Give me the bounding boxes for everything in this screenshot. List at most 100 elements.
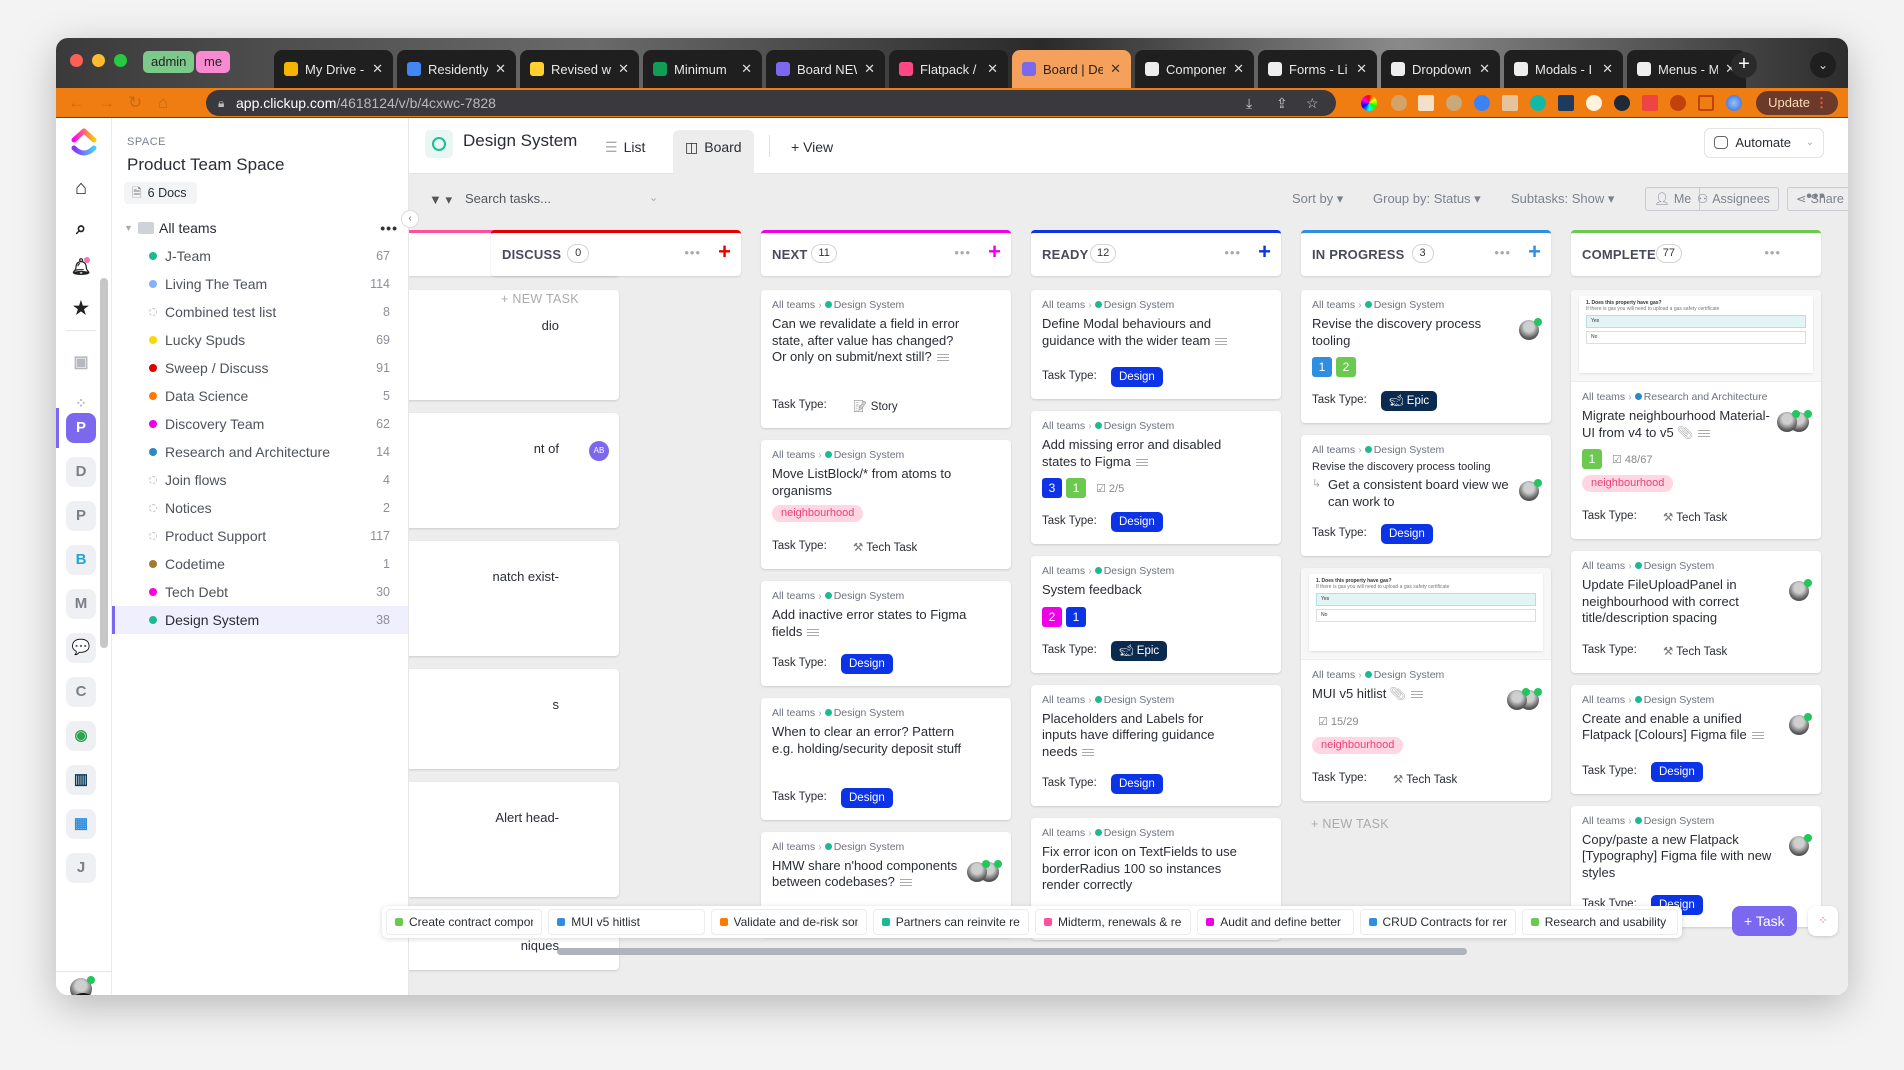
task-breadcrumb[interactable]: All teams › Design System: [772, 707, 904, 719]
sidebar-item-j-team[interactable]: J-Team 67: [112, 242, 408, 270]
extension-10-icon[interactable]: [1614, 95, 1630, 111]
extension-5-icon[interactable]: [1474, 95, 1490, 111]
back-icon[interactable]: ←: [68, 93, 85, 113]
tab-list[interactable]: ☰ List: [593, 130, 657, 174]
sidebar-item-codetime[interactable]: Codetime 1: [112, 550, 408, 578]
task-breadcrumb[interactable]: All teams › Design System: [1312, 669, 1444, 681]
task-breadcrumb[interactable]: All teams › Design System: [1042, 827, 1174, 839]
task-breadcrumb[interactable]: All teams › Design System: [1042, 299, 1174, 311]
browser-tab[interactable]: My Drive - ✕: [274, 50, 393, 88]
tray-task-item[interactable]: Midterm, renewals & re-re: [1035, 909, 1192, 935]
task-breadcrumb[interactable]: All teams › Design System: [1042, 694, 1174, 706]
browser-tab[interactable]: Modals - I ✕: [1504, 50, 1623, 88]
sidebar-item-combined-test-list[interactable]: Combined test list 8: [112, 298, 408, 326]
add-task-plus-icon[interactable]: +: [1258, 241, 1271, 263]
task-card[interactable]: All teams › Design System Update FileUpload…: [1571, 551, 1821, 673]
task-type-value[interactable]: Design: [841, 654, 893, 674]
task-type-value[interactable]: ⚒ Tech Task: [1663, 644, 1727, 658]
automate-button[interactable]: Automate ⌄: [1704, 128, 1824, 158]
task-breadcrumb[interactable]: All teams › Design System: [1582, 560, 1714, 572]
task-type-value[interactable]: 🐋︎ Epic: [1111, 640, 1168, 661]
sort-by-button[interactable]: Sort by ▾: [1292, 191, 1343, 207]
browser-tab[interactable]: Menus - M✕: [1627, 50, 1746, 88]
rail-workspace-calendar[interactable]: ▦: [66, 809, 96, 839]
close-tab-icon[interactable]: ✕: [1602, 61, 1613, 77]
add-task-button[interactable]: + Task: [1732, 906, 1797, 936]
column-more-icon[interactable]: •••: [1224, 245, 1241, 260]
sidebar-item-data-science[interactable]: Data Science 5: [112, 382, 408, 410]
rail-workspace-coins[interactable]: ◉: [66, 721, 96, 751]
task-card[interactable]: 1. Does this property have gas? If there …: [1571, 290, 1821, 539]
add-task-plus-icon[interactable]: +: [988, 241, 1001, 263]
assignee-avatar[interactable]: [1777, 410, 1800, 432]
task-type-value[interactable]: Design: [1111, 774, 1163, 794]
task-type-value[interactable]: Design: [1111, 367, 1163, 387]
close-tab-icon[interactable]: ✕: [1356, 61, 1367, 77]
reload-icon[interactable]: ↻: [128, 93, 142, 113]
extension-6-icon[interactable]: [1502, 95, 1518, 111]
browser-tab[interactable]: Forms - Li ✕: [1258, 50, 1377, 88]
task-breadcrumb[interactable]: All teams › Design System: [1042, 420, 1174, 432]
assignee-avatar[interactable]: [1507, 688, 1530, 710]
extension-9-icon[interactable]: [1586, 95, 1602, 111]
close-tab-icon[interactable]: ✕: [741, 61, 752, 77]
close-tab-icon[interactable]: ✕: [987, 61, 998, 77]
task-card[interactable]: All teams › Design System Revise the discov…: [1301, 435, 1551, 556]
sidebar-item-product-support[interactable]: Product Support 117: [112, 522, 408, 550]
update-browser-button[interactable]: Update ⋮: [1756, 91, 1838, 115]
rail-workspace-p[interactable]: P: [66, 501, 96, 531]
task-breadcrumb[interactable]: All teams › Design System: [772, 590, 904, 602]
task-breadcrumb[interactable]: All teams › Design System: [1582, 815, 1714, 827]
rail-workspace-j[interactable]: J: [66, 853, 96, 883]
search-icon[interactable]: ⌕: [66, 213, 96, 243]
filter-icon[interactable]: ▼ ▾: [429, 192, 452, 208]
shared-folder-icon[interactable]: ▣: [66, 348, 96, 378]
space-title[interactable]: Product Team Space: [127, 155, 285, 175]
close-tab-icon[interactable]: ✕: [864, 61, 875, 77]
browser-tab[interactable]: Residently ✕: [397, 50, 516, 88]
tray-task-item[interactable]: MUI v5 hitlist: [548, 909, 705, 935]
task-type-value[interactable]: ⚒ Tech Task: [1663, 510, 1727, 524]
side-panel-icon[interactable]: [1698, 95, 1714, 111]
extension-color-icon[interactable]: [1361, 95, 1377, 111]
task-breadcrumb[interactable]: All teams › Design System: [1312, 444, 1444, 456]
tag-neighbourhood[interactable]: neighbourhood: [1312, 736, 1404, 754]
close-tab-icon[interactable]: ✕: [1110, 61, 1121, 77]
task-card[interactable]: All teams › Design System Add missing error…: [1031, 411, 1281, 544]
tag-neighbourhood[interactable]: neighbourhood: [772, 505, 864, 522]
browser-tab[interactable]: Dropdown ✕: [1381, 50, 1500, 88]
task-card[interactable]: All teams › Design System System feedback 2 1…: [1031, 556, 1281, 673]
rail-workspace-d[interactable]: D: [66, 457, 96, 487]
task-card[interactable]: All teams › Design System Placeholders and …: [1031, 684, 1281, 806]
task-card[interactable]: All teams › Design System Move ListBlock/* …: [761, 440, 1011, 569]
bookmark-star-icon[interactable]: ☆: [1306, 90, 1319, 116]
sidebar-item-living-the-team[interactable]: Living The Team 114: [112, 270, 408, 298]
clickup-logo-icon[interactable]: [71, 128, 97, 158]
task-card[interactable]: 1. Does this property have gas? If there …: [1301, 568, 1551, 801]
close-tab-icon[interactable]: ✕: [1233, 61, 1244, 77]
tray-task-item[interactable]: Create contract componar: [386, 909, 543, 935]
tray-task-item[interactable]: Validate and de-risk some: [710, 909, 867, 935]
column-more-icon[interactable]: •••: [954, 245, 971, 260]
column-more-icon[interactable]: •••: [684, 245, 701, 260]
browser-tab[interactable]: Flatpack / ✕: [889, 50, 1008, 88]
extension-4-icon[interactable]: [1446, 95, 1462, 111]
extensions-puzzle-icon[interactable]: [1670, 95, 1686, 111]
task-breadcrumb[interactable]: All teams › Design System: [1042, 565, 1174, 577]
search-chevron-icon[interactable]: ⌄: [649, 191, 658, 204]
task-breadcrumb[interactable]: All teams › Design System: [772, 299, 904, 311]
assignee-avatar[interactable]: [1519, 318, 1542, 340]
rail-workspace-p-active[interactable]: P: [66, 413, 96, 443]
extension-3-icon[interactable]: [1418, 95, 1434, 111]
home-icon[interactable]: ⌂: [66, 173, 96, 203]
favorites-star-icon[interactable]: ★: [66, 293, 96, 323]
task-type-value[interactable]: Design: [841, 787, 893, 808]
home-icon[interactable]: ⌂: [158, 93, 168, 113]
install-app-icon[interactable]: ⤓: [1246, 90, 1252, 116]
notifications-bell-icon[interactable]: 🔔︎: [66, 253, 96, 283]
task-type-value[interactable]: ⚒ Tech Task: [853, 540, 917, 554]
caret-down-icon[interactable]: ▼: [124, 223, 138, 233]
page-title[interactable]: Design System: [463, 131, 577, 151]
add-view-button[interactable]: + View: [779, 130, 845, 174]
sidebar-item-sweep-discuss[interactable]: Sweep / Discuss 91: [112, 354, 408, 382]
